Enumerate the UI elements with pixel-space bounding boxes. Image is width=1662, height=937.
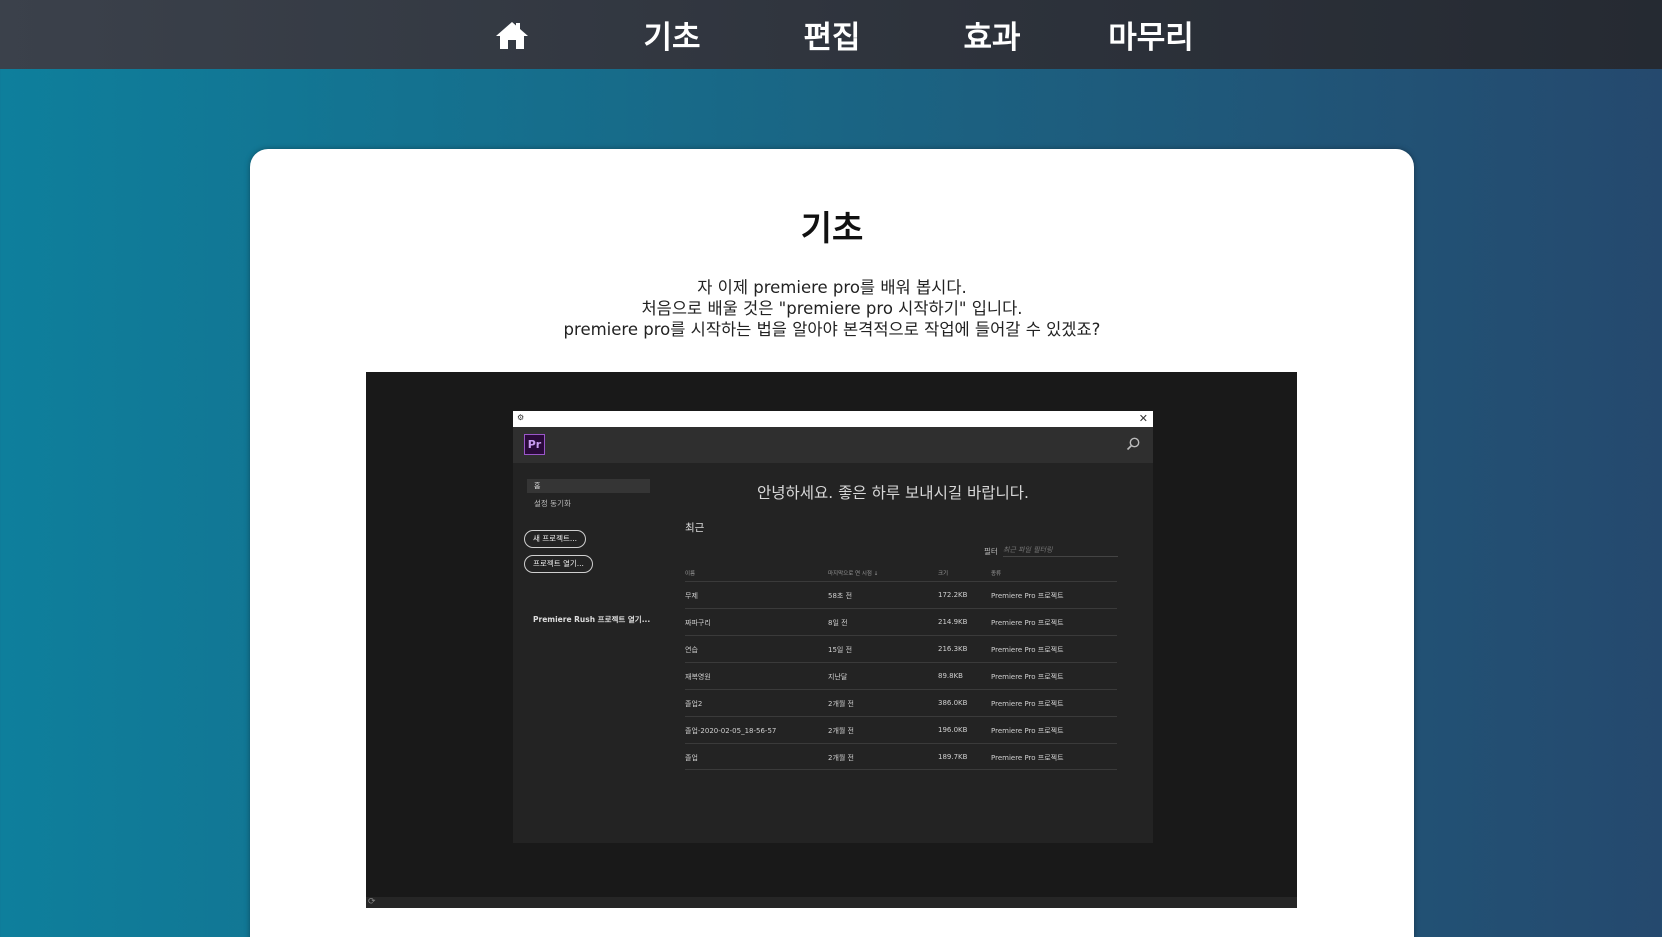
table-row[interactable]: 연습 15일 전 216.3KB Premiere Pro 프로젝트 [685, 635, 1117, 662]
cell-last-opened: 2개월 전 [828, 727, 854, 735]
nav-item-finishing[interactable]: 마무리 [1102, 0, 1200, 69]
cell-last-opened: 2개월 전 [828, 754, 854, 762]
cell-name: 졸업 [685, 754, 698, 762]
table-row[interactable]: 졸업 2개월 전 189.7KB Premiere Pro 프로젝트 [685, 743, 1117, 770]
cell-name: 무제 [685, 592, 698, 600]
open-project-button[interactable]: 프로젝트 열기... [524, 555, 593, 573]
top-navigation: 기초 편집 효과 마무리 [0, 0, 1662, 69]
cell-type: Premiere Pro 프로젝트 [991, 700, 1064, 708]
new-project-button[interactable]: 새 프로젝트... [524, 530, 587, 548]
cell-name: 졸업2 [685, 700, 703, 708]
sidebar-item-sync-settings[interactable]: 설정 동기화 [534, 498, 571, 509]
cell-type: Premiere Pro 프로젝트 [991, 592, 1064, 600]
column-header-name[interactable]: 이름 [685, 569, 695, 577]
filter-input[interactable] [1003, 544, 1118, 557]
cell-type: Premiere Pro 프로젝트 [991, 619, 1064, 627]
home-icon [496, 21, 528, 49]
cell-size: 216.3KB [938, 645, 968, 653]
table-row[interactable]: 졸업2 2개월 전 386.0KB Premiere Pro 프로젝트 [685, 689, 1117, 716]
filter-label: 필터 [984, 547, 998, 556]
cell-name: 졸업-2020-02-05_18-56-57 [685, 727, 777, 735]
cell-name: 연습 [685, 646, 698, 654]
nav-item-basics[interactable]: 기초 [630, 0, 714, 69]
app-icon: ⚙ [517, 413, 525, 422]
recent-heading: 최근 [685, 522, 705, 534]
table-row[interactable]: 졸업-2020-02-05_18-56-57 2개월 전 196.0KB Pre… [685, 716, 1117, 743]
cell-type: Premiere Pro 프로젝트 [991, 673, 1064, 681]
play-icon[interactable]: ⟳ [368, 897, 376, 907]
cell-type: Premiere Pro 프로젝트 [991, 646, 1064, 654]
content-card: 기초 자 이제 premiere pro를 배워 봅시다. 처음으로 배울 것은… [250, 149, 1414, 937]
table-row[interactable]: 짜파구리 8일 전 214.9KB Premiere Pro 프로젝트 [685, 608, 1117, 635]
cell-name: 짜파구리 [685, 619, 711, 627]
cell-size: 189.7KB [938, 753, 968, 761]
tutorial-video[interactable]: ⚙ ✕ Pr 홈 설정 동기화 새 프로젝트... 프로젝트 열기... Pre… [366, 372, 1297, 908]
intro-text: 자 이제 premiere pro를 배워 봅시다. 처음으로 배울 것은 "p… [250, 277, 1414, 340]
column-header-size[interactable]: 크기 [938, 569, 948, 577]
intro-line: 처음으로 배울 것은 "premiere pro 시작하기" 입니다. [641, 299, 1023, 318]
table-row[interactable]: 무제 58초 전 172.2KB Premiere Pro 프로젝트 [685, 581, 1117, 608]
nav-item-editing[interactable]: 편집 [790, 0, 874, 69]
cell-last-opened: 지난달 [828, 673, 848, 681]
window-titlebar: ⚙ ✕ [513, 411, 1153, 427]
cell-type: Premiere Pro 프로젝트 [991, 727, 1064, 735]
intro-line: premiere pro를 시작하는 법을 알아야 본격적으로 작업에 들어갈 … [563, 320, 1101, 339]
open-rush-project-link[interactable]: Premiere Rush 프로젝트 열기... [533, 614, 650, 625]
nav-item-effects[interactable]: 효과 [950, 0, 1034, 69]
sidebar-item-home[interactable]: 홈 [527, 479, 650, 493]
table-row[interactable]: 재복영원 지난달 89.8KB Premiere Pro 프로젝트 [685, 662, 1117, 689]
nav-home[interactable] [486, 0, 538, 69]
premiere-header: Pr [513, 427, 1153, 463]
greeting-text: 안녕하세요. 좋은 하루 보내시길 바랍니다. [757, 484, 1029, 502]
cell-type: Premiere Pro 프로젝트 [991, 754, 1064, 762]
search-icon[interactable] [1125, 436, 1141, 452]
cell-size: 172.2KB [938, 591, 968, 599]
cell-last-opened: 2개월 전 [828, 700, 854, 708]
intro-line: 자 이제 premiere pro를 배워 봅시다. [697, 278, 967, 297]
column-header-type[interactable]: 종류 [991, 569, 1001, 577]
premiere-logo: Pr [524, 434, 545, 455]
video-controls-bar[interactable]: ⟳ [366, 897, 1297, 908]
cell-last-opened: 8일 전 [828, 619, 848, 627]
cell-size: 196.0KB [938, 726, 968, 734]
premiere-start-window: ⚙ ✕ Pr 홈 설정 동기화 새 프로젝트... 프로젝트 열기... Pre… [513, 411, 1153, 843]
cell-last-opened: 58초 전 [828, 592, 853, 600]
cell-size: 386.0KB [938, 699, 968, 707]
page-title: 기초 [800, 209, 864, 249]
cell-size: 214.9KB [938, 618, 968, 626]
close-icon[interactable]: ✕ [1139, 412, 1148, 425]
cell-name: 재복영원 [685, 673, 711, 681]
cell-last-opened: 15일 전 [828, 646, 853, 654]
column-header-last-opened[interactable]: 마지막으로 연 시점 ↓ [828, 569, 878, 577]
cell-size: 89.8KB [938, 672, 963, 680]
